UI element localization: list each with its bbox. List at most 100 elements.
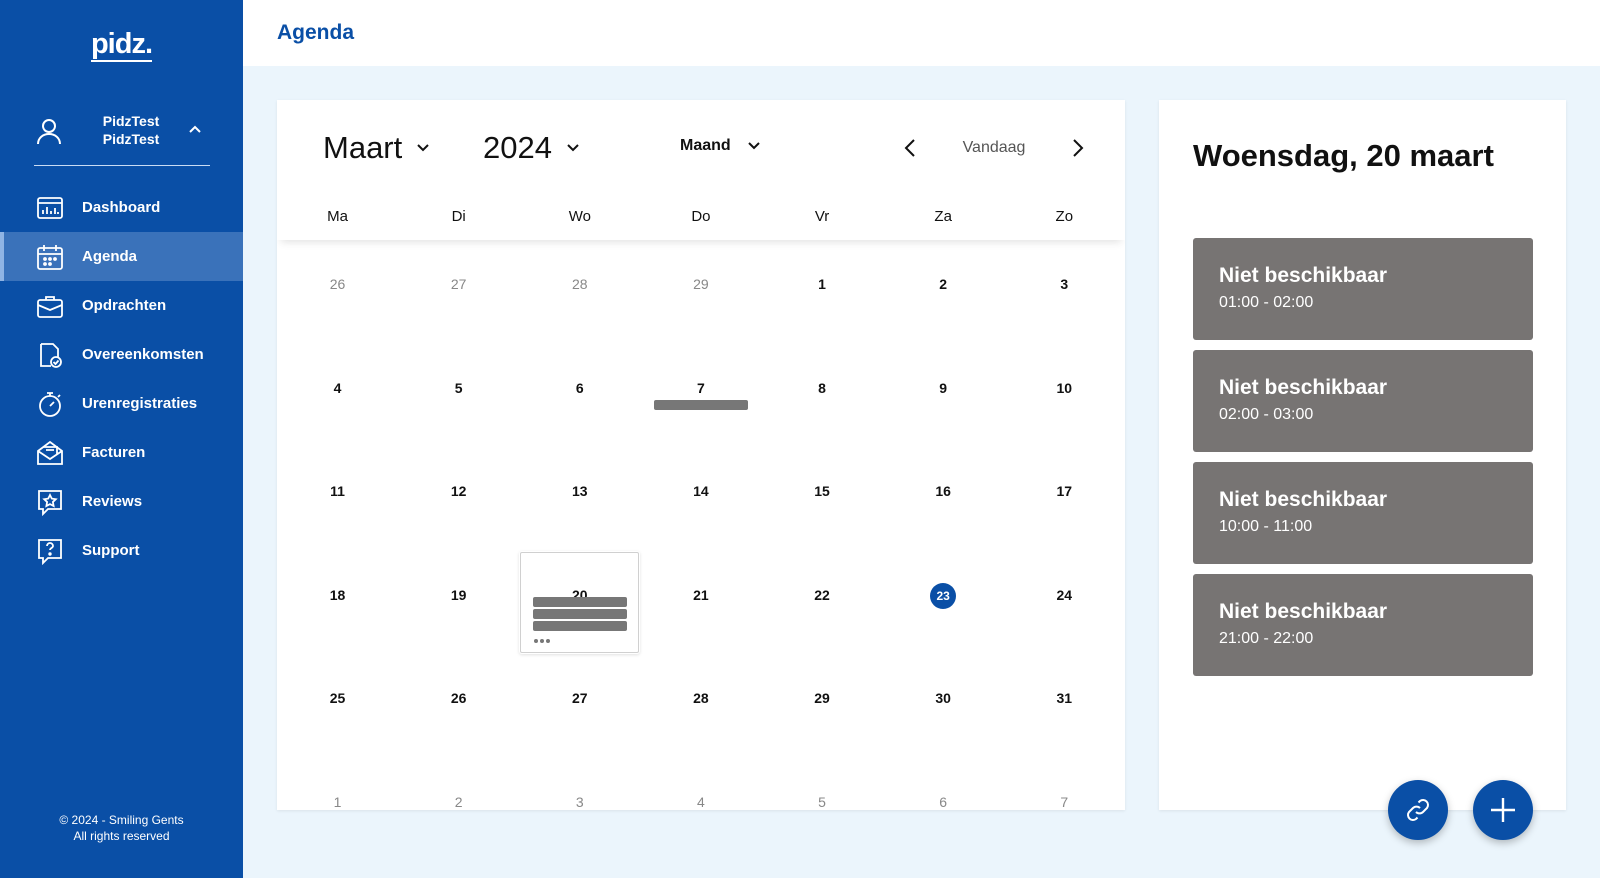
calendar-day[interactable]: 6	[519, 344, 640, 448]
calendar-day[interactable]: 22	[762, 551, 883, 655]
calendar-day[interactable]: 31	[1004, 654, 1125, 758]
calendar-day[interactable]: 2	[883, 240, 1004, 344]
sidebar-item-support[interactable]: Support	[0, 526, 243, 575]
sidebar-item-dashboard[interactable]: Dashboard	[0, 183, 243, 232]
sidebar-item-urenregistraties[interactable]: Urenregistraties	[0, 379, 243, 428]
top-header: Agenda	[243, 0, 1600, 66]
calendar-day[interactable]: 3	[519, 758, 640, 811]
calendar-day[interactable]: 28	[519, 240, 640, 344]
sidebar-item-agenda[interactable]: Agenda	[0, 232, 243, 281]
month-select[interactable]: Maart	[323, 130, 430, 166]
event-list: Niet beschikbaar 01:00 - 02:00 Niet beschi…	[1193, 238, 1533, 686]
calendar-day[interactable]: 1	[762, 240, 883, 344]
calendar-day[interactable]: 17	[1004, 447, 1125, 551]
calendar-day[interactable]: 4	[640, 758, 761, 811]
weekday-header: Ma Di Wo Do Vr Za Zo	[277, 200, 1125, 240]
pidz-logo[interactable]: pidz.	[0, 28, 243, 62]
view-select[interactable]: Maand	[680, 137, 761, 155]
calendar-day[interactable]: 13	[519, 447, 640, 551]
calendar-day[interactable]: 24	[1004, 551, 1125, 655]
calendar-day[interactable]: 12	[398, 447, 519, 551]
year-select[interactable]: 2024	[483, 130, 580, 166]
day-number: 28	[693, 690, 709, 706]
calendar-day[interactable]: 4	[277, 344, 398, 448]
calendar-day[interactable]: 25	[277, 654, 398, 758]
calendar-day[interactable]: 10	[1004, 344, 1125, 448]
month-value: Maart	[323, 130, 403, 165]
day-number: 11	[330, 483, 345, 499]
day-number: 1	[333, 793, 342, 810]
day-number: 27	[572, 690, 588, 706]
event-time: 21:00 - 22:00	[1219, 630, 1314, 647]
calendar-day[interactable]: 20	[519, 551, 640, 655]
calendar-day[interactable]: 5	[762, 758, 883, 811]
calendar-day[interactable]: 26	[277, 240, 398, 344]
weekday-label: Zo	[1055, 208, 1074, 225]
page-title: Agenda	[277, 21, 355, 44]
user-name-line1: PidzTest	[102, 113, 160, 129]
event-bar[interactable]	[653, 399, 748, 410]
calendar-day[interactable]: 11	[277, 447, 398, 551]
copyright-text: © 2024 - Smiling Gents	[59, 813, 184, 827]
link-button[interactable]	[1388, 780, 1448, 840]
calendar-day[interactable]: 8	[762, 344, 883, 448]
event-card[interactable]: Niet beschikbaar 02:00 - 03:00	[1193, 350, 1533, 452]
calendar-day[interactable]: 28	[640, 654, 761, 758]
calendar-day[interactable]: 7	[1004, 758, 1125, 811]
calendar-day[interactable]: 3	[1004, 240, 1125, 344]
calendar-day[interactable]: 15	[762, 447, 883, 551]
chevron-right-icon[interactable]	[1067, 136, 1087, 160]
calendar-day[interactable]: 23	[883, 551, 1004, 655]
weekday-label: Ma	[327, 208, 348, 225]
day-number: 2	[454, 793, 463, 810]
user-menu[interactable]: PidzTest PidzTest	[34, 108, 210, 166]
review-icon	[36, 488, 64, 516]
calendar-day[interactable]: 7	[640, 344, 761, 448]
event-card[interactable]: Niet beschikbaar 10:00 - 11:00	[1193, 462, 1533, 564]
day-number: 4	[697, 793, 705, 810]
calendar-day[interactable]: 18	[277, 551, 398, 655]
sidebar-item-facturen[interactable]: Facturen	[0, 428, 243, 477]
calendar-day[interactable]: 26	[398, 654, 519, 758]
chevron-down-icon	[417, 144, 429, 152]
event-title: Niet beschikbaar	[1219, 264, 1388, 287]
chevron-up-icon[interactable]	[188, 122, 202, 136]
event-bar[interactable]	[532, 608, 627, 619]
sidebar-item-opdrachten[interactable]: Opdrachten	[0, 281, 243, 330]
calendar-day[interactable]: 14	[640, 447, 761, 551]
more-events-icon[interactable]	[533, 638, 553, 644]
calendar-day[interactable]: 27	[398, 240, 519, 344]
calendar-day[interactable]: 29	[640, 240, 761, 344]
calendar-day[interactable]: 19	[398, 551, 519, 655]
sidebar-item-overeenkomsten[interactable]: Overeenkomsten	[0, 330, 243, 379]
calendar-day[interactable]: 16	[883, 447, 1004, 551]
event-bar[interactable]	[532, 596, 627, 607]
event-card[interactable]: Niet beschikbaar 01:00 - 02:00	[1193, 238, 1533, 340]
calendar-week-row: 25 26 27 28 29 30 31	[277, 654, 1125, 758]
calendar-day[interactable]: 2	[398, 758, 519, 811]
sidebar-item-reviews[interactable]: Reviews	[0, 477, 243, 526]
calendar-day[interactable]: 21	[640, 551, 761, 655]
today-button[interactable]: Vandaag	[929, 139, 1059, 157]
event-card[interactable]: Niet beschikbaar 21:00 - 22:00	[1193, 574, 1533, 676]
day-number: 2	[939, 276, 948, 292]
add-event-button[interactable]	[1473, 780, 1533, 840]
chevron-left-icon[interactable]	[901, 136, 921, 160]
user-name: PidzTest PidzTest	[96, 112, 166, 148]
selected-date-title: Woensdag, 20 maart	[1193, 138, 1494, 173]
calendar-day[interactable]: 5	[398, 344, 519, 448]
sidebar: pidz. PidzTest PidzTest Dashboard Agenda…	[0, 0, 243, 878]
contract-icon	[36, 341, 64, 369]
event-title: Niet beschikbaar	[1219, 376, 1388, 399]
day-number: 5	[818, 793, 826, 810]
calendar-day[interactable]: 29	[762, 654, 883, 758]
calendar-day[interactable]: 27	[519, 654, 640, 758]
day-number: 1	[818, 276, 826, 292]
event-bar[interactable]	[532, 620, 627, 631]
calendar-day[interactable]: 1	[277, 758, 398, 811]
day-number: 18	[329, 586, 346, 603]
calendar-day[interactable]: 30	[883, 654, 1004, 758]
sidebar-item-label: Facturen	[82, 444, 146, 461]
calendar-day[interactable]: 9	[883, 344, 1004, 448]
calendar-day[interactable]: 6	[883, 758, 1004, 811]
